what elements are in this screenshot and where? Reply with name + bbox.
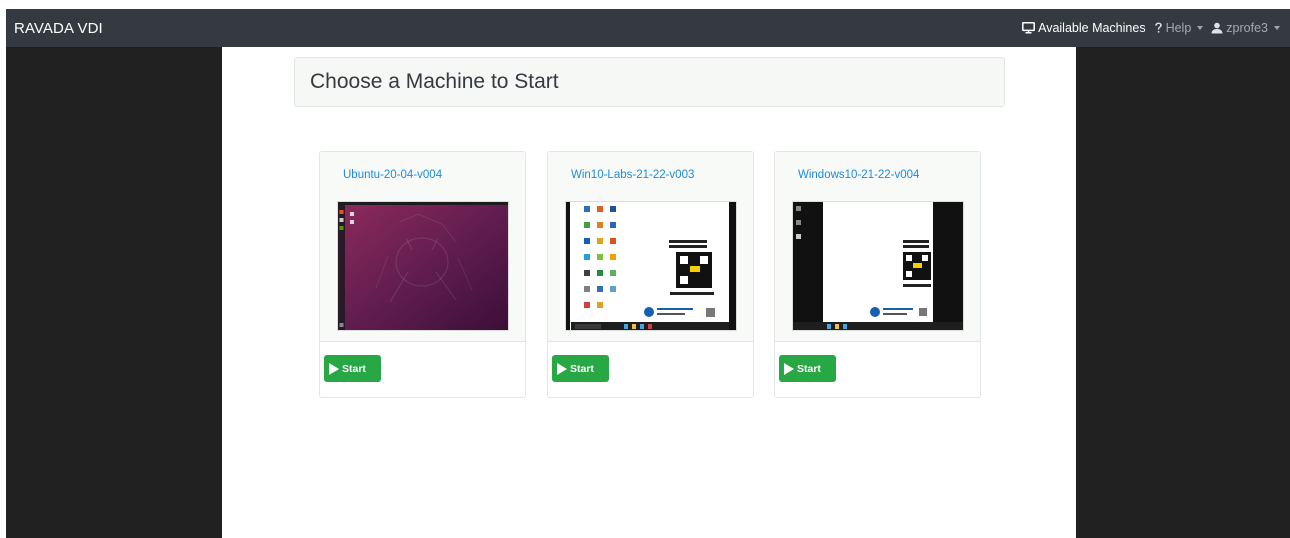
- chevron-down-icon: [1197, 26, 1204, 30]
- start-button-label: Start: [570, 362, 594, 375]
- machine-card: Windows10-21-22-v004 Start: [774, 151, 981, 398]
- ubuntu-desktop-screenshot[interactable]: [337, 201, 509, 331]
- machine-name-link[interactable]: Windows10-21-22-v004: [798, 169, 919, 181]
- nav-available-machines-label: Available Machines: [1038, 21, 1146, 35]
- nav-user-dropdown[interactable]: zprofe3: [1211, 21, 1280, 35]
- start-button[interactable]: Start: [552, 355, 609, 382]
- main-content: Choose a Machine to Start Ubuntu-20-04-v…: [222, 47, 1076, 538]
- user-icon: [1211, 22, 1223, 34]
- top-navbar: RAVADA VDI Available Machines Help zprof…: [6, 9, 1290, 47]
- machine-card: Ubuntu-20-04-v004 Start: [319, 151, 526, 398]
- brand-link[interactable]: RAVADA VDI: [14, 20, 103, 37]
- chevron-down-icon: [1274, 26, 1280, 30]
- nav-help-dropdown[interactable]: Help: [1154, 21, 1204, 35]
- right-sidebar: [1076, 47, 1290, 538]
- play-icon: [557, 362, 567, 375]
- start-button-label: Start: [342, 362, 366, 375]
- play-icon: [784, 362, 794, 375]
- page-title: Choose a Machine to Start: [310, 70, 559, 93]
- machine-name-link[interactable]: Win10-Labs-21-22-v003: [571, 169, 694, 181]
- nav-help-label: Help: [1165, 21, 1192, 35]
- start-button[interactable]: Start: [324, 355, 381, 382]
- question-icon: [1154, 22, 1162, 33]
- nav-available-machines[interactable]: Available Machines: [1022, 21, 1146, 35]
- nav-user-label: zprofe3: [1226, 21, 1268, 35]
- navbar-menu: Available Machines Help zprofe3: [1022, 21, 1280, 35]
- page-header: Choose a Machine to Start: [294, 57, 1005, 107]
- windows-desktop-screenshot[interactable]: [565, 201, 737, 331]
- left-sidebar: [6, 47, 222, 538]
- windows-desktop-screenshot[interactable]: [792, 201, 964, 331]
- machine-card: Win10-Labs-21-22-v003 Start: [547, 151, 754, 398]
- start-button-label: Start: [797, 362, 821, 375]
- window-top-edge: [0, 0, 1290, 9]
- start-button[interactable]: Start: [779, 355, 836, 382]
- desktop-icon: [1022, 22, 1036, 34]
- machine-name-link[interactable]: Ubuntu-20-04-v004: [343, 169, 442, 181]
- play-icon: [329, 362, 339, 375]
